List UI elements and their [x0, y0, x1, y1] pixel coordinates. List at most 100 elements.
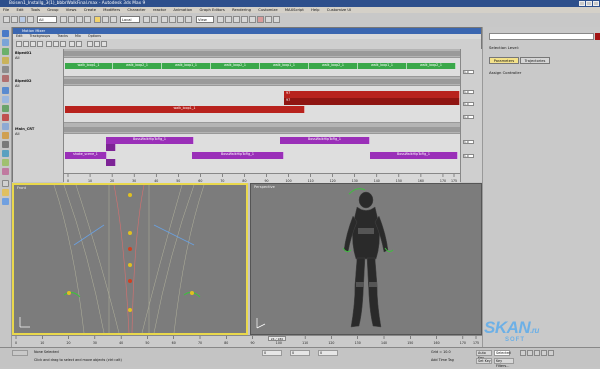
mixer-menu-mix[interactable]: Mix: [75, 34, 81, 38]
maxscript-listener[interactable]: [12, 350, 28, 356]
system-icon[interactable]: [2, 168, 9, 175]
helper-icon[interactable]: [2, 150, 9, 157]
menu-customize-ui[interactable]: Customize UI: [327, 8, 351, 12]
lock-icon[interactable]: [2, 189, 9, 196]
menu-maxscript[interactable]: MAXScript: [285, 8, 304, 12]
mixer-delete-icon[interactable]: [60, 41, 66, 47]
boss-walk-clip-small[interactable]: [106, 144, 116, 151]
track-label-all-3[interactable]: All: [13, 132, 63, 137]
menu-tools[interactable]: Tools: [31, 8, 40, 12]
time-slider-thumb[interactable]: 24 / 180: [268, 336, 286, 341]
manipulate-icon[interactable]: [151, 16, 158, 23]
window-crossing-icon[interactable]: [84, 16, 91, 23]
reference-coord-dropdown[interactable]: Local: [120, 16, 140, 23]
boss-walk-clip[interactable]: BossWalkHipToFig_1: [192, 152, 284, 159]
key-filters-button[interactable]: Key Filters...: [494, 358, 514, 368]
mixer-toggle-icon[interactable]: [69, 41, 75, 47]
mixer-menu-trackgroups[interactable]: Trackgroups: [30, 34, 51, 38]
light-icon[interactable]: [2, 132, 9, 139]
auto-key-button[interactable]: Auto Key: [476, 350, 492, 360]
red-walk-clip[interactable]: walk_loop1_1: [65, 106, 305, 113]
red-clip-marker[interactable]: 97: [284, 91, 460, 98]
region-select-icon[interactable]: [76, 16, 83, 23]
menu-modifiers[interactable]: Modifiers: [103, 8, 120, 12]
named-selection-dropdown[interactable]: View: [196, 16, 214, 23]
object-name-field[interactable]: [489, 33, 594, 40]
tab-parameters[interactable]: Parameters: [489, 57, 519, 64]
align-icon[interactable]: [225, 16, 232, 23]
mixer-compute-icon[interactable]: [76, 41, 82, 47]
rotate-icon[interactable]: [102, 16, 109, 23]
boss-walk-clip[interactable]: BossWalkHipToFig_1: [370, 152, 458, 159]
mixer-zoom-icon[interactable]: [94, 41, 100, 47]
layer-manager-icon[interactable]: [233, 16, 240, 23]
close-button[interactable]: [593, 1, 599, 6]
boss-walk-clip[interactable]: BossWalkHipToFig_1: [280, 137, 370, 144]
link-icon[interactable]: [19, 16, 26, 23]
add-time-tag-button[interactable]: Add Time Tag: [430, 358, 454, 364]
camera-icon[interactable]: [2, 141, 9, 148]
bone-icon[interactable]: [2, 105, 9, 112]
menu-graph-editors[interactable]: Graph Editors: [200, 8, 225, 12]
percent-snap-icon[interactable]: [177, 16, 184, 23]
menu-group[interactable]: Group: [47, 8, 58, 12]
snap-icon[interactable]: [161, 16, 168, 23]
menu-file[interactable]: File: [3, 8, 9, 12]
menu-reactor[interactable]: reactor: [153, 8, 166, 12]
set-key-button[interactable]: Set Key: [476, 358, 492, 364]
minimize-button[interactable]: [579, 1, 585, 6]
material-editor-icon[interactable]: [257, 16, 264, 23]
weight-spinner[interactable]: 1.0: [463, 70, 474, 74]
walk-clip[interactable]: walk_loop1_1: [65, 63, 113, 69]
tab-trajectories[interactable]: Trajectories: [520, 57, 550, 64]
walk-clip[interactable]: walk_loop2_1: [113, 63, 162, 69]
shake-scene-clip[interactable]: shake_scene_1: [65, 152, 107, 159]
mixer-slip-icon[interactable]: [30, 41, 36, 47]
motion-icon[interactable]: [2, 57, 9, 64]
weight-spinner[interactable]: 1.0: [463, 115, 474, 119]
modify-icon[interactable]: [2, 39, 9, 46]
menu-views[interactable]: Views: [66, 8, 77, 12]
utilities-icon[interactable]: [2, 75, 9, 82]
mixer-select-icon[interactable]: [16, 41, 22, 47]
spinner-snap-icon[interactable]: [185, 16, 192, 23]
mixer-menu-edit[interactable]: Edit: [16, 34, 23, 38]
menu-rendering[interactable]: Rendering: [232, 8, 251, 12]
track-label-all-2[interactable]: All: [13, 84, 63, 89]
walk-clip[interactable]: walk_loop2_1: [309, 63, 358, 69]
render-setup-icon[interactable]: [265, 16, 272, 23]
menu-customize[interactable]: Customize: [258, 8, 277, 12]
mixer-pan-icon[interactable]: [101, 41, 107, 47]
select-by-name-icon[interactable]: [68, 16, 75, 23]
pivot-icon[interactable]: [143, 16, 150, 23]
menu-create[interactable]: Create: [84, 8, 96, 12]
walk-clip[interactable]: walk_loop2_1: [211, 63, 260, 69]
angle-snap-icon[interactable]: [169, 16, 176, 23]
walk-clip[interactable]: walk_loop1_1: [358, 63, 407, 69]
unlink-icon[interactable]: [27, 16, 34, 23]
red-clip-marker[interactable]: 97: [284, 98, 460, 105]
render-icon[interactable]: [273, 16, 280, 23]
grid-icon[interactable]: [2, 180, 9, 187]
selection-filter-dropdown[interactable]: All: [37, 16, 57, 23]
next-frame-icon[interactable]: [541, 350, 547, 356]
previous-frame-icon[interactable]: [527, 350, 533, 356]
weight-spinner[interactable]: 1.0: [463, 90, 474, 94]
mixer-menu-options[interactable]: Options: [88, 34, 101, 38]
weight-spinner[interactable]: 1.0: [463, 140, 474, 144]
scale-icon[interactable]: [110, 16, 117, 23]
walk-clip[interactable]: walk_loop2_1: [407, 63, 456, 69]
display-icon[interactable]: [2, 66, 9, 73]
mixer-scale-icon[interactable]: [37, 41, 43, 47]
move-icon[interactable]: [94, 16, 101, 23]
menu-character[interactable]: Character: [127, 8, 145, 12]
weight-spinner[interactable]: 1.0: [463, 102, 474, 106]
walk-clip[interactable]: walk_loop1_1: [260, 63, 309, 69]
hierarchy-icon[interactable]: [2, 48, 9, 55]
schematic-view-icon[interactable]: [249, 16, 256, 23]
maximize-button[interactable]: [586, 1, 592, 6]
boss-walk-clip[interactable]: BossWalkHipToFig_1: [106, 137, 194, 144]
menu-help[interactable]: Help: [311, 8, 319, 12]
spacewarp-icon[interactable]: [2, 159, 9, 166]
mixer-zoom-extents-icon[interactable]: [87, 41, 93, 47]
